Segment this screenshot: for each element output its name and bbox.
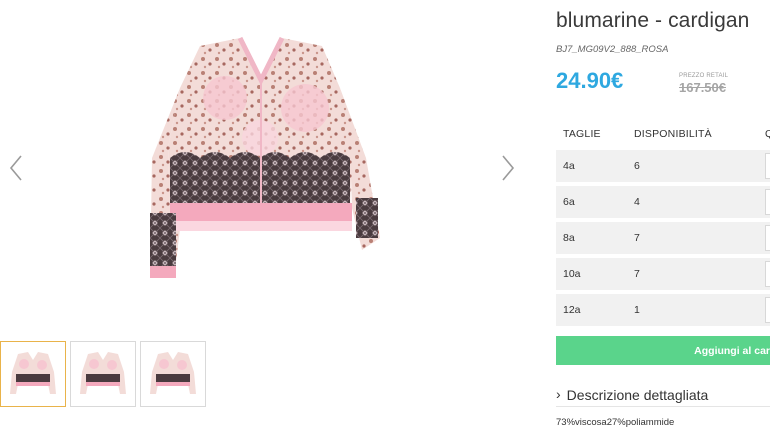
thumbnail-3[interactable]	[140, 341, 206, 407]
chevron-left-icon	[9, 155, 22, 181]
product-title: blumarine - cardigan	[556, 9, 750, 32]
thumbnail-1[interactable]	[0, 341, 66, 407]
availability-cell: 4	[634, 196, 640, 208]
header-sizes: TAGLIE	[563, 128, 601, 140]
size-cell: 8a	[563, 232, 575, 244]
size-cell: 6a	[563, 196, 575, 208]
gallery-prev-button[interactable]	[4, 150, 28, 186]
table-row: 12a 1	[556, 294, 770, 326]
availability-cell: 7	[634, 268, 640, 280]
chevron-right-icon: ›	[556, 385, 561, 402]
quantity-input[interactable]	[765, 297, 770, 323]
quantity-input[interactable]	[765, 189, 770, 215]
table-header: TAGLIE DISPONIBILITÀ Q	[556, 128, 770, 146]
composition-text: 73%viscosa27%poliammide	[556, 417, 675, 428]
thumbnail-2[interactable]	[70, 341, 136, 407]
product-main-image	[150, 36, 380, 278]
thumbnail-image	[10, 352, 56, 394]
availability-cell: 7	[634, 232, 640, 244]
availability-cell: 6	[634, 160, 640, 172]
product-gallery	[0, 0, 530, 434]
header-quantity: Q	[765, 128, 770, 140]
thumbnail-image	[150, 352, 196, 394]
retail-price-label: PREZZO RETAIL	[679, 73, 729, 79]
quantity-input[interactable]	[765, 261, 770, 287]
gallery-next-button[interactable]	[496, 150, 520, 186]
add-to-cart-button[interactable]: Aggiungi al car	[556, 336, 770, 365]
size-availability-table: TAGLIE DISPONIBILITÀ Q 4a 6 6a 4 8a 7 10…	[556, 128, 770, 326]
thumbnail-image	[80, 352, 126, 394]
table-row: 8a 7	[556, 222, 770, 254]
table-row: 10a 7	[556, 258, 770, 290]
quantity-input[interactable]	[765, 225, 770, 251]
chevron-right-icon	[502, 155, 515, 181]
header-availability: DISPONIBILITÀ	[634, 128, 712, 140]
size-cell: 4a	[563, 160, 575, 172]
description-toggle[interactable]: › Descrizione dettagliata	[556, 383, 770, 407]
thumbnail-strip	[0, 341, 206, 407]
description-title: Descrizione dettagliata	[566, 386, 709, 403]
availability-cell: 1	[634, 304, 640, 316]
retail-price: 167.50€	[679, 80, 726, 95]
size-cell: 10a	[563, 268, 581, 280]
table-row: 6a 4	[556, 186, 770, 218]
product-sku: BJ7_MG09V2_888_ROSA	[556, 44, 669, 55]
table-row: 4a 6	[556, 150, 770, 182]
product-info-panel: blumarine - cardigan BJ7_MG09V2_888_ROSA…	[556, 0, 770, 434]
size-cell: 12a	[563, 304, 581, 316]
product-price: 24.90€	[556, 68, 624, 93]
quantity-input[interactable]	[765, 153, 770, 179]
